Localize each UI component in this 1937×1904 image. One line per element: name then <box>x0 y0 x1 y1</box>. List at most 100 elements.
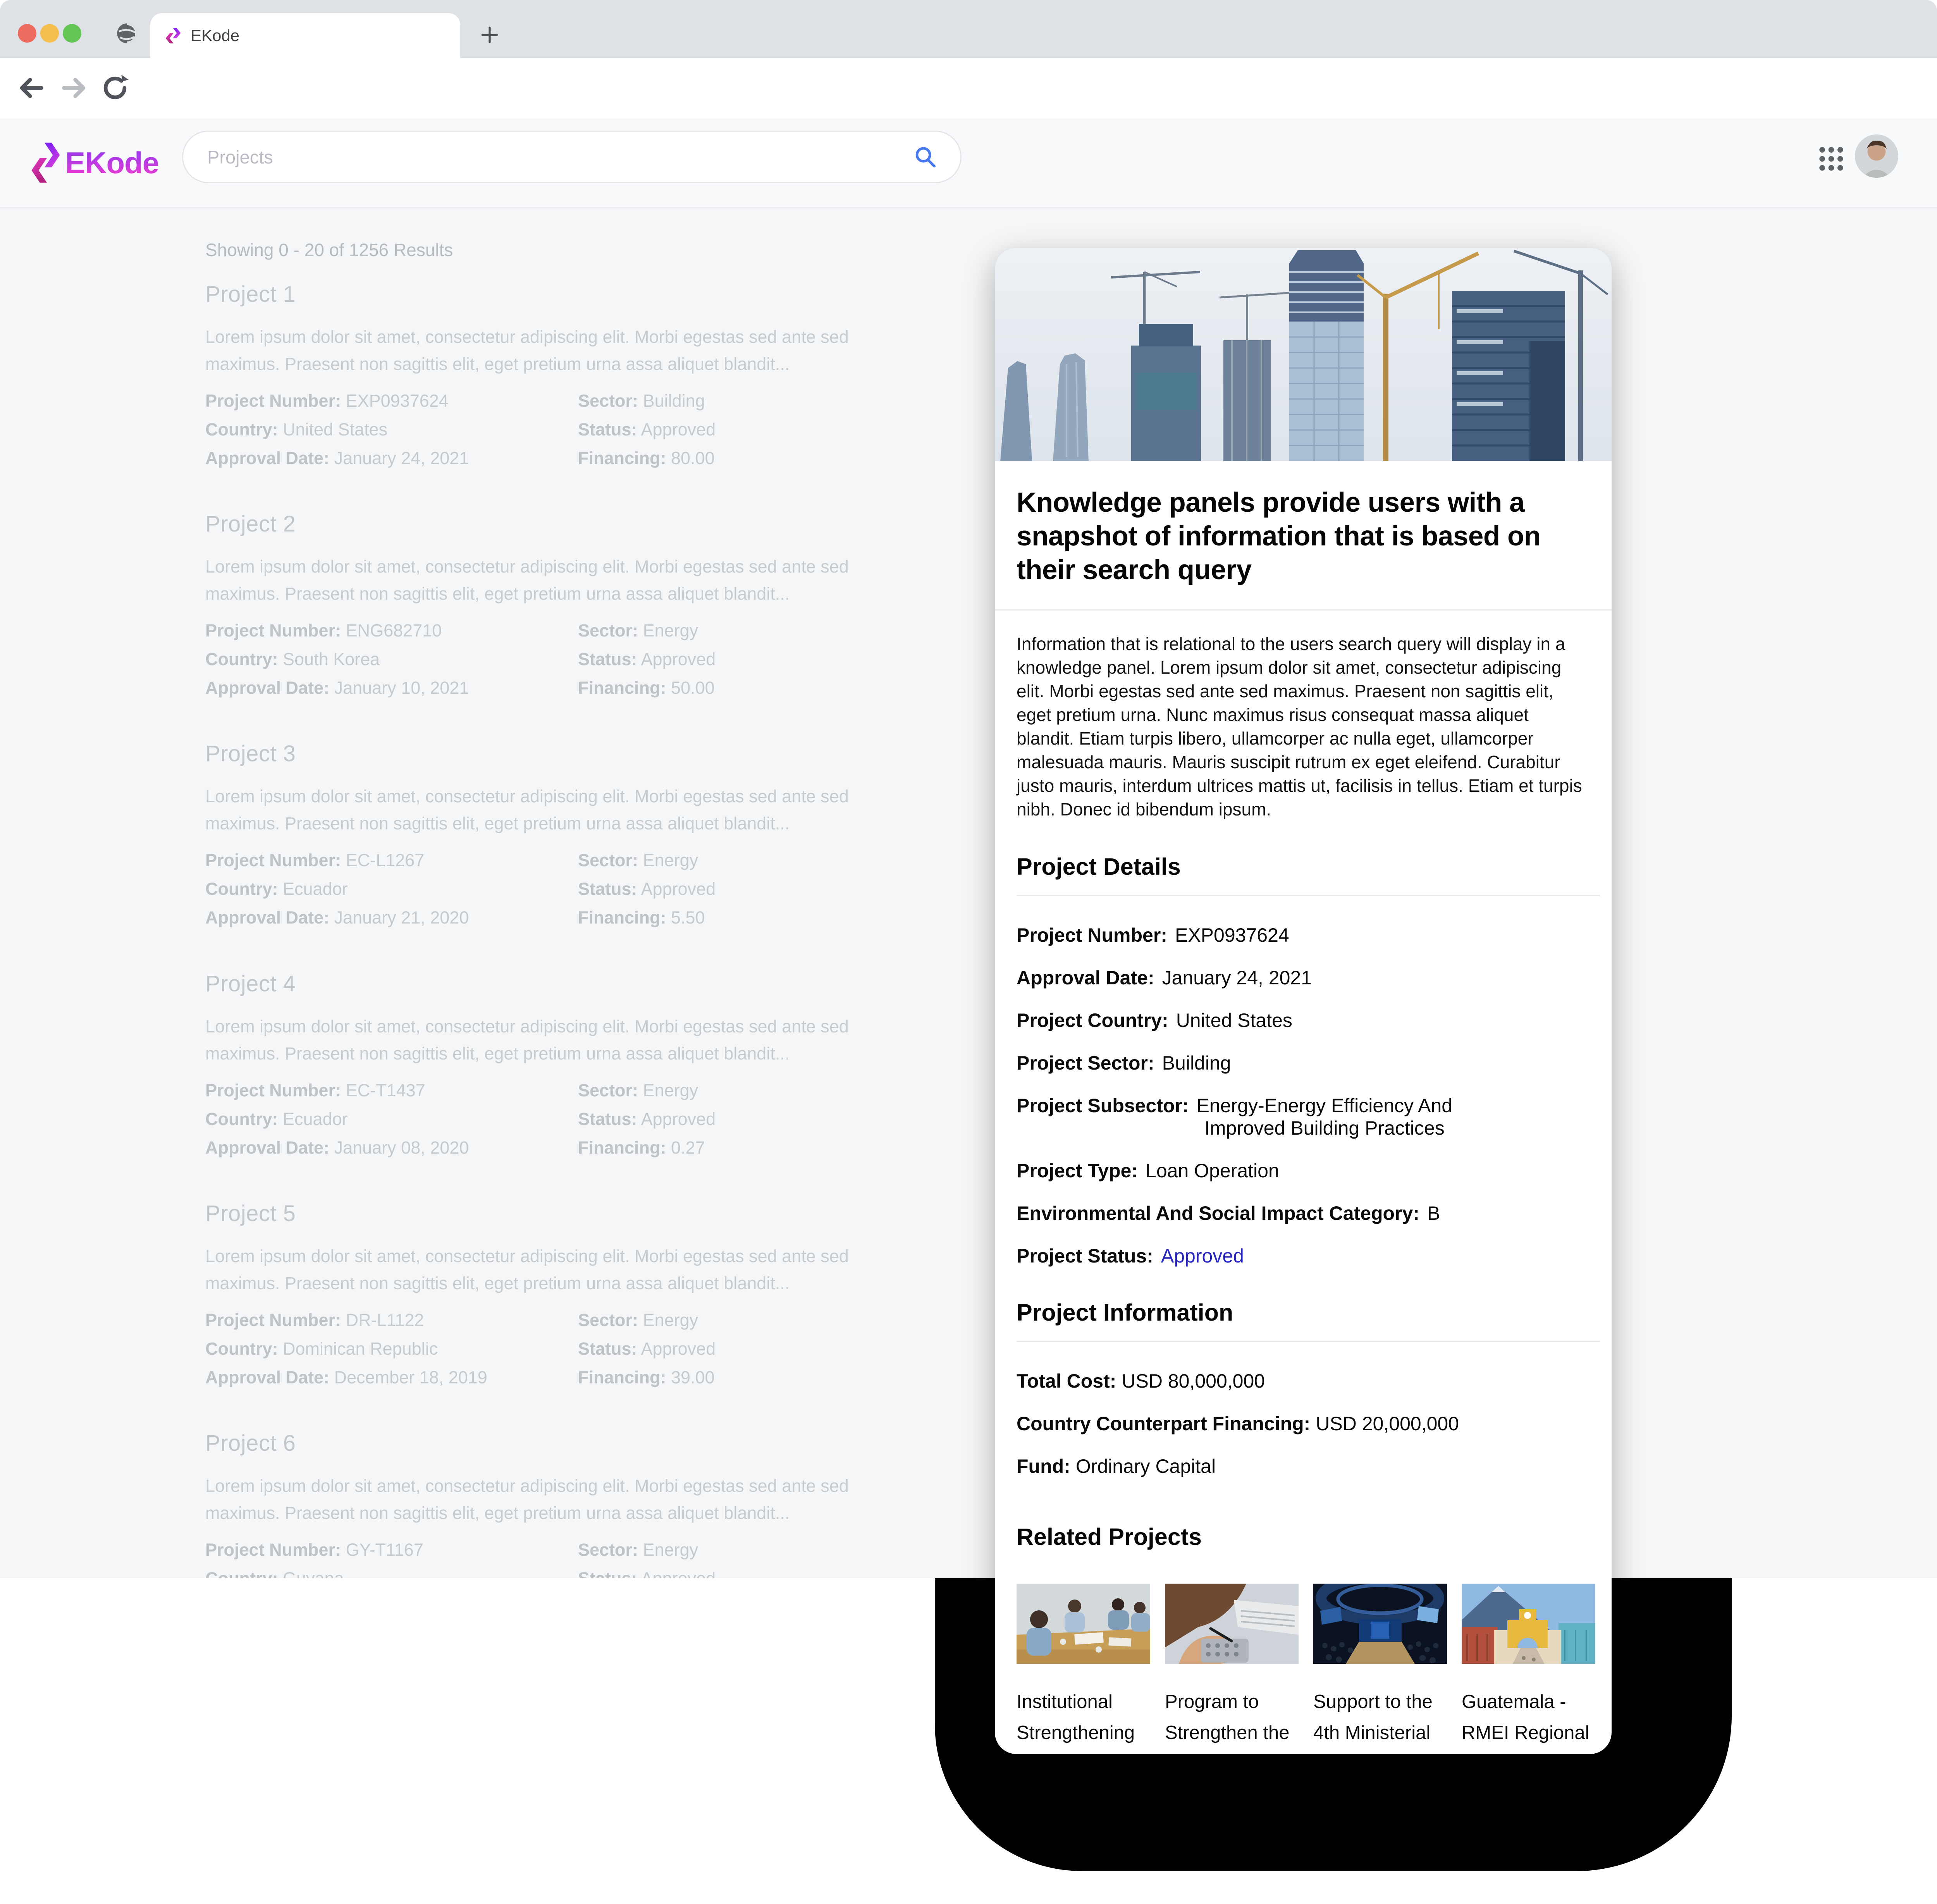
result-meta: Project Number: GY-T1167 Sector: Energy … <box>205 1540 922 1578</box>
related-project-caption: Institutional Strengthening of COFIDE <box>1017 1686 1150 1754</box>
project-status-value[interactable]: Approved <box>1161 1245 1244 1267</box>
search-result: Project 1 Lorem ipsum dolor sit amet, co… <box>205 281 922 480</box>
construction-hero-image <box>995 248 1612 461</box>
search-input[interactable] <box>207 146 913 168</box>
panel-intro: Information that is relational to the us… <box>1017 632 1590 821</box>
result-title[interactable]: Project 3 <box>205 741 922 767</box>
related-project-card[interactable]: Institutional Strengthening of COFIDE <box>1017 1584 1150 1754</box>
user-avatar[interactable] <box>1855 134 1898 178</box>
guatemala-thumbnail <box>1462 1584 1595 1664</box>
meta-value: Approved <box>641 1569 716 1578</box>
ekode-logo-text: EKode <box>65 145 159 181</box>
result-meta: Project Number: EXP0937624 Sector: Build… <box>205 391 922 480</box>
result-title[interactable]: Project 5 <box>205 1201 922 1226</box>
meta-value: DR-L1122 <box>346 1310 424 1330</box>
meeting-thumbnail <box>1017 1584 1150 1664</box>
related-project-card[interactable]: Support to the 4th Ministerial Forum <box>1313 1584 1447 1754</box>
related-project-caption: Program to Strengthen the Tax Admin DR <box>1165 1686 1299 1754</box>
meta-label: Status: <box>578 649 637 669</box>
reload-icon[interactable] <box>100 73 130 103</box>
result-title[interactable]: Project 6 <box>205 1430 922 1456</box>
meta-value: South Korea <box>283 649 380 669</box>
meta-label: Sector: <box>578 1080 638 1100</box>
ekode-logo[interactable]: EKode <box>31 134 159 192</box>
meta-label: Project Number: <box>205 1540 341 1560</box>
forward-icon[interactable] <box>59 73 89 103</box>
detail-label: Project Type: <box>1017 1160 1138 1182</box>
meta-label: Approval Date: <box>205 678 329 698</box>
search-bar[interactable] <box>182 131 962 183</box>
browser-tab-strip: EKode <box>0 0 1937 58</box>
meta-value: Approved <box>641 420 716 439</box>
meta-label: Approval Date: <box>205 908 329 927</box>
search-results-page: Showing 0 - 20 of 1256 Results Project 1… <box>0 208 1937 1578</box>
window-minimize-button[interactable] <box>40 24 59 43</box>
meta-value: Approved <box>641 879 716 899</box>
meta-label: Sector: <box>578 391 638 411</box>
meta-value: United States <box>283 420 387 439</box>
related-project-card[interactable]: Program to Strengthen the Tax Admin DR <box>1165 1584 1299 1754</box>
browser-profile-icon[interactable] <box>116 22 138 44</box>
meta-label: Country: <box>205 649 278 669</box>
result-title[interactable]: Project 2 <box>205 511 922 537</box>
browser-toolbar: https://www.ekode.com <box>0 58 1937 118</box>
detail-label: Approval Date: <box>1017 967 1154 989</box>
meta-label: Country: <box>205 879 278 899</box>
project-information: Total Cost:USD 80,000,000 Country Counte… <box>995 1370 1612 1477</box>
meta-label: Country: <box>205 1569 278 1578</box>
forum-thumbnail <box>1313 1584 1447 1664</box>
meta-label: Approval Date: <box>205 1138 329 1158</box>
meta-label: Country: <box>205 1339 278 1359</box>
meta-label: Sector: <box>578 621 638 640</box>
meta-value: Dominican Republic <box>283 1339 438 1359</box>
meta-value: Energy <box>643 621 698 640</box>
related-project-caption: Support to the 4th Ministerial Forum <box>1313 1686 1447 1754</box>
detail-value: Building <box>1162 1052 1231 1074</box>
divider <box>1017 895 1600 896</box>
meta-value: Guyana <box>283 1569 344 1578</box>
browser-tab[interactable]: EKode <box>150 13 460 58</box>
related-projects: Institutional Strengthening of COFIDE <box>1017 1584 1590 1754</box>
meta-value: Building <box>643 391 705 411</box>
apps-grid-icon[interactable] <box>1818 145 1845 172</box>
meta-value: 39.00 <box>671 1367 715 1387</box>
result-description: Lorem ipsum dolor sit amet, consectetur … <box>205 323 899 378</box>
new-tab-button[interactable] <box>479 24 501 46</box>
meta-value: Ecuador <box>283 879 348 899</box>
meta-value: January 10, 2021 <box>334 678 469 698</box>
ekode-logo-icon <box>31 139 60 186</box>
meta-label: Project Number: <box>205 850 341 870</box>
search-icon[interactable] <box>913 144 938 169</box>
detail-value: EXP0937624 <box>1175 924 1289 946</box>
window-zoom-button[interactable] <box>63 24 81 43</box>
meta-value: EC-T1437 <box>346 1080 425 1100</box>
back-icon[interactable] <box>16 73 46 103</box>
meta-label: Status: <box>578 1339 637 1359</box>
result-description: Lorem ipsum dolor sit amet, consectetur … <box>205 553 899 608</box>
result-title[interactable]: Project 4 <box>205 971 922 997</box>
meta-value: January 08, 2020 <box>334 1138 469 1158</box>
divider <box>995 609 1612 611</box>
related-project-card[interactable]: Guatemala - RMEI Regional Malaria Elim <box>1462 1584 1595 1754</box>
meta-label: Approval Date: <box>205 1367 329 1387</box>
search-result: Project 6 Lorem ipsum dolor sit amet, co… <box>205 1430 922 1578</box>
window-close-button[interactable] <box>18 24 36 43</box>
info-label: Country Counterpart Financing: <box>1017 1413 1310 1434</box>
meta-label: Financing: <box>578 1138 666 1158</box>
result-description: Lorem ipsum dolor sit amet, consectetur … <box>205 1472 899 1527</box>
meta-label: Sector: <box>578 1540 638 1560</box>
meta-value: Approved <box>641 649 716 669</box>
project-details: Project Number:EXP0937624 Approval Date:… <box>995 924 1612 1267</box>
detail-label: Project Subsector: <box>1017 1095 1189 1116</box>
search-result: Project 3 Lorem ipsum dolor sit amet, co… <box>205 741 922 939</box>
meta-value: EC-L1267 <box>346 850 425 870</box>
information-heading: Project Information <box>1017 1299 1590 1326</box>
info-label: Total Cost: <box>1017 1370 1116 1392</box>
meta-value: 80.00 <box>671 448 715 468</box>
meta-value: GY-T1167 <box>346 1540 423 1560</box>
meta-label: Status: <box>578 1569 637 1578</box>
detail-label: Project Country: <box>1017 1010 1168 1031</box>
result-title[interactable]: Project 1 <box>205 281 922 307</box>
details-heading: Project Details <box>1017 853 1590 880</box>
info-value: Ordinary Capital <box>1076 1455 1216 1477</box>
